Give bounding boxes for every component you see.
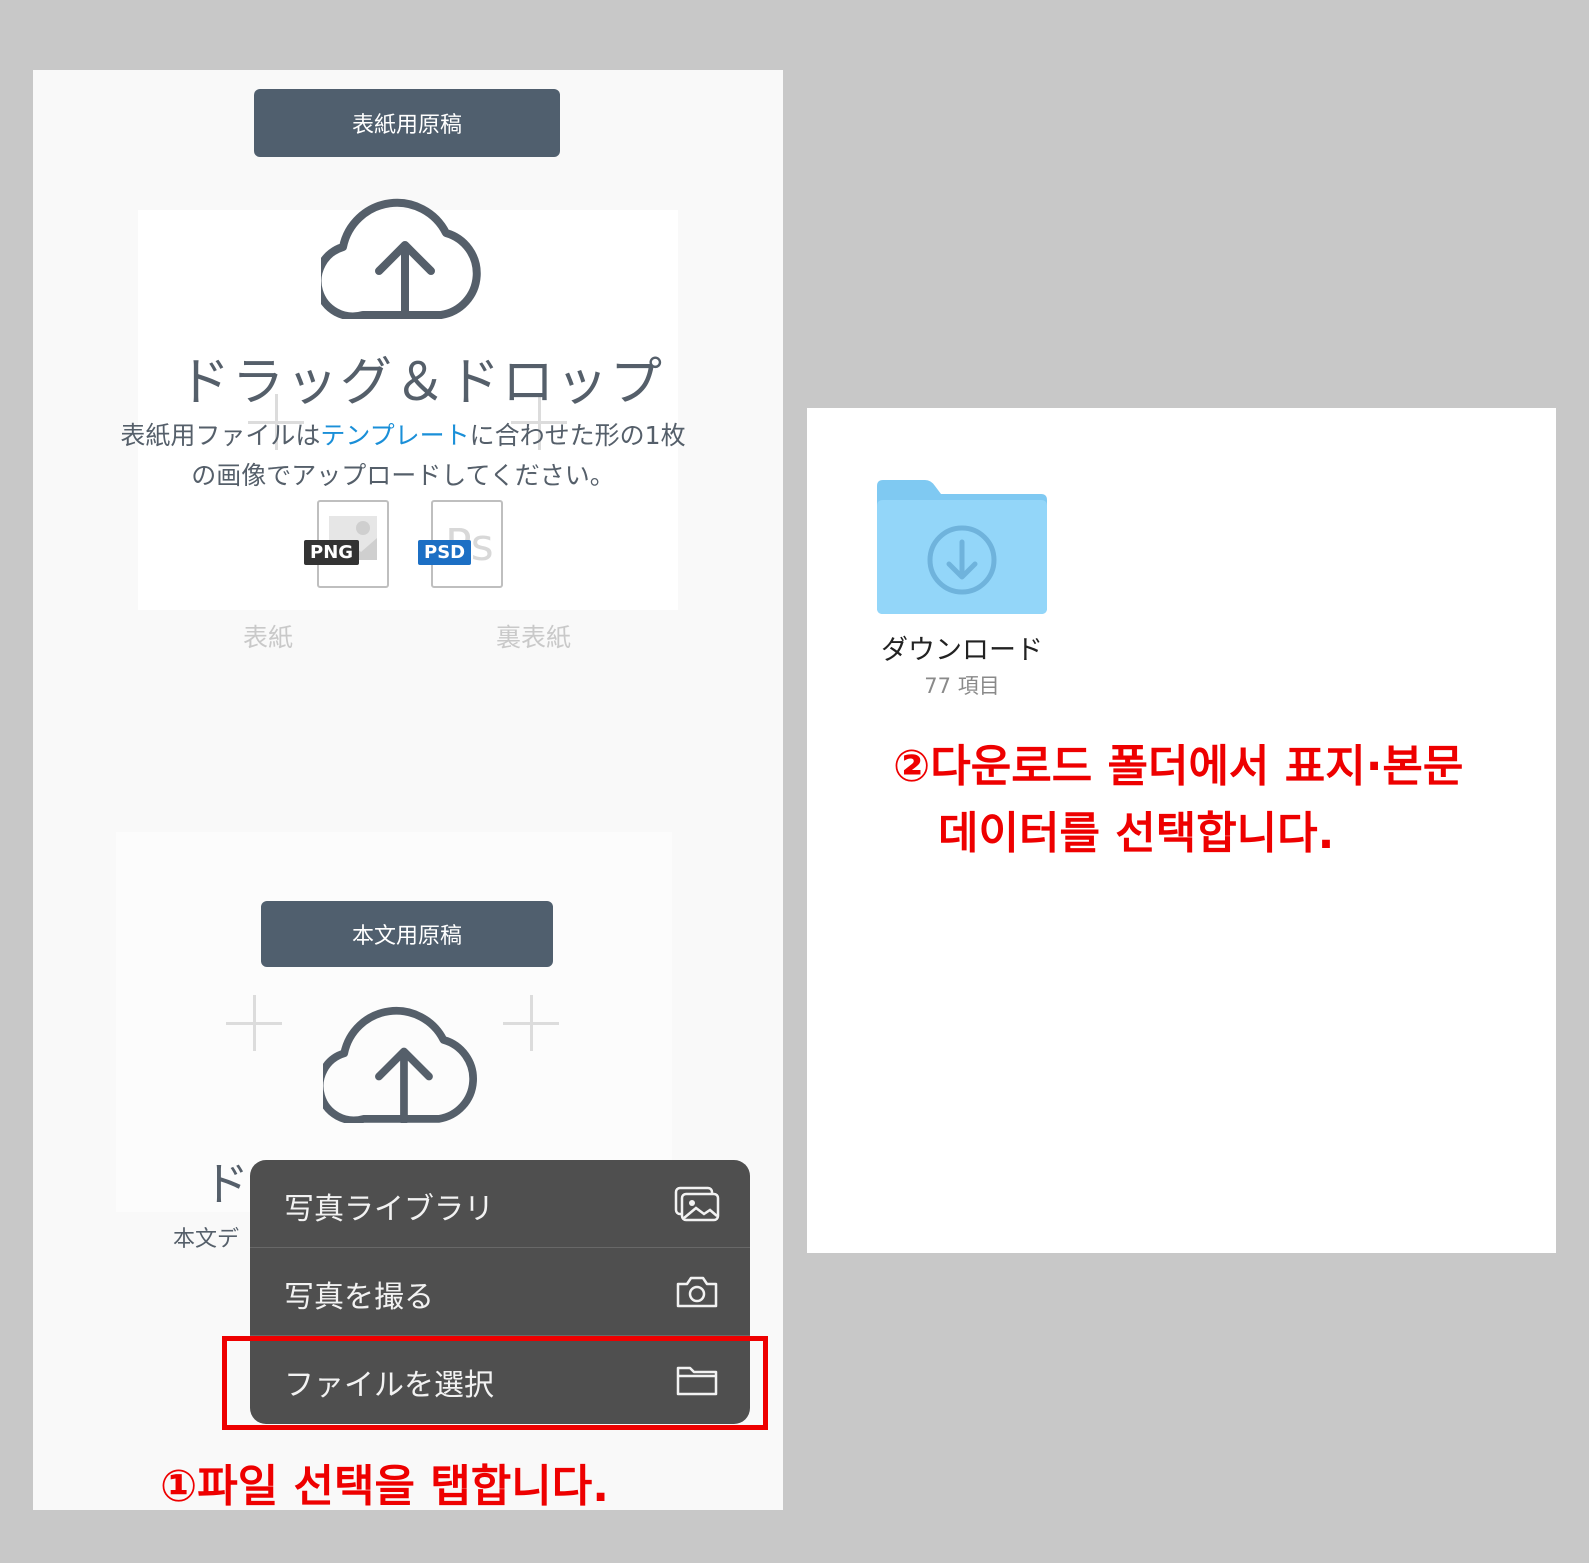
- folder-item-count: 77 項目: [924, 674, 1000, 698]
- cover-description: 表紙用ファイルはテンプレートに合わせた形の1枚 の画像でアップロードしてください…: [120, 421, 686, 490]
- cover-manuscript-button[interactable]: 表紙用原稿: [254, 89, 560, 157]
- ghost-plus-icon: [503, 995, 559, 1051]
- folder-name: ダウンロード: [881, 635, 1043, 666]
- drag-drop-title-partial: ド: [203, 1157, 251, 1211]
- psd-badge: PSD: [418, 540, 472, 565]
- menu-item-label: 写真を撮る: [284, 1280, 434, 1315]
- front-cover-label: 表紙: [243, 623, 294, 652]
- camera-icon: [676, 1276, 718, 1308]
- menu-item-photo-library[interactable]: 写真ライブラリ: [250, 1160, 750, 1248]
- menu-item-label: 写真ライブラリ: [284, 1192, 494, 1227]
- photo-library-icon: [674, 1186, 720, 1222]
- step1-annotation: ①파일 선택을 탭합니다.: [160, 1461, 609, 1512]
- back-cover-label: 裏表紙: [496, 623, 572, 652]
- choose-file-highlight: [222, 1336, 768, 1430]
- png-badge: PNG: [304, 540, 360, 565]
- drag-drop-title: ドラッグ＆ドロップ: [178, 353, 665, 413]
- step2-annotation-line2: 데이터를 선택합니다.: [938, 808, 1335, 859]
- ghost-plus-icon: [226, 995, 282, 1051]
- cloud-upload-icon: [321, 198, 481, 319]
- template-link[interactable]: テンプレート: [320, 421, 469, 450]
- downloads-folder-icon[interactable]: [877, 480, 1047, 614]
- cloud-upload-icon: [323, 1006, 477, 1123]
- menu-item-take-photo[interactable]: 写真を撮る: [250, 1248, 750, 1336]
- body-manuscript-button[interactable]: 本文用原稿: [261, 901, 553, 967]
- step2-annotation-line1: ②다운로드 폴더에서 표지·본문: [893, 741, 1464, 792]
- body-description-partial: 本文デ: [173, 1227, 240, 1252]
